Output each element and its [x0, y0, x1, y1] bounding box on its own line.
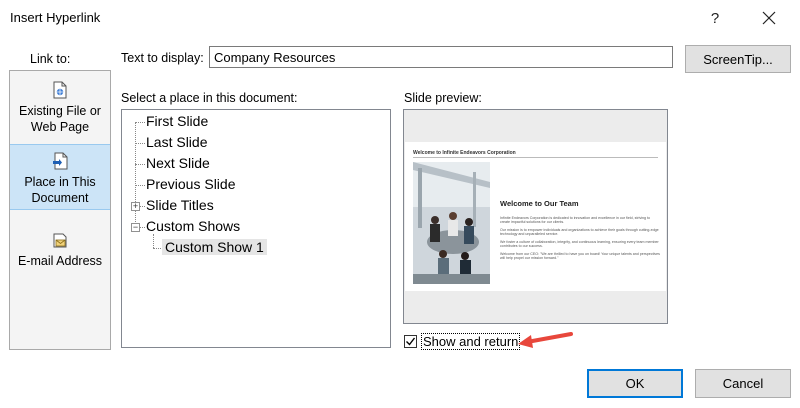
- slide-bullet: We foster a culture of collaboration, in…: [500, 240, 659, 249]
- slide-heading: Welcome to Our Team: [500, 199, 579, 208]
- slide-bullet: Our mission is to empower individuals an…: [500, 228, 659, 237]
- close-button[interactable]: [754, 3, 784, 33]
- sidebar-item-label: Existing File or Web Page: [19, 104, 101, 134]
- existing-file-icon: [53, 81, 67, 99]
- select-place-label: Select a place in this document:: [121, 91, 298, 105]
- dialog-title: Insert Hyperlink: [10, 10, 101, 25]
- annotation-arrow-icon: [518, 332, 573, 348]
- slide-thumbnail: Welcome to Infinite Endeavors Corporatio…: [405, 142, 666, 291]
- slide-bullet: Infinite Endeavors Corporation is dedica…: [500, 216, 651, 225]
- expand-icon[interactable]: +: [131, 202, 140, 211]
- tree-item-previous-slide[interactable]: Previous Slide: [146, 176, 236, 192]
- tree-item-next-slide[interactable]: Next Slide: [146, 155, 210, 171]
- checkmark-icon: [406, 337, 416, 346]
- sidebar-item-existing-file[interactable]: Existing File or Web Page: [10, 81, 110, 135]
- tree-item-first-slide[interactable]: First Slide: [146, 113, 208, 129]
- slide-bullet: Welcome from our CEO: "We are thrilled t…: [500, 252, 660, 261]
- collapse-icon[interactable]: −: [131, 223, 140, 232]
- cancel-button[interactable]: Cancel: [695, 369, 791, 398]
- team-photo-image: [413, 162, 490, 284]
- tree-item-custom-show-1[interactable]: Custom Show 1: [162, 239, 267, 255]
- sidebar-item-label: Place in This Document: [24, 175, 96, 205]
- place-in-document-icon: [53, 152, 68, 170]
- tree-item-last-slide[interactable]: Last Slide: [146, 134, 207, 150]
- tree-item-slide-titles[interactable]: Slide Titles: [146, 197, 214, 213]
- help-button[interactable]: ?: [700, 3, 730, 33]
- sidebar-item-label: E-mail Address: [17, 254, 103, 268]
- show-and-return-checkbox[interactable]: Show and return: [404, 333, 521, 350]
- tree-item-custom-shows[interactable]: Custom Shows: [146, 218, 240, 234]
- ok-button[interactable]: OK: [587, 369, 683, 398]
- close-icon: [762, 11, 776, 25]
- slide-preview-label: Slide preview:: [404, 91, 482, 105]
- checkbox-box[interactable]: [404, 335, 417, 348]
- link-to-sidebar: Existing File or Web Page Place in This …: [9, 70, 111, 350]
- show-and-return-label: Show and return: [421, 333, 521, 350]
- place-tree[interactable]: + − First Slide Last Slide Next Slide Pr…: [121, 109, 391, 348]
- slide-preview: Welcome to Infinite Endeavors Corporatio…: [403, 109, 668, 324]
- sidebar-item-email-address[interactable]: E-mail Address: [10, 231, 110, 269]
- email-icon: [53, 233, 67, 248]
- sidebar-item-place-in-document[interactable]: Place in This Document: [10, 144, 110, 210]
- screentip-button[interactable]: ScreenTip...: [685, 45, 791, 73]
- slide-header-text: Welcome to Infinite Endeavors Corporatio…: [413, 150, 516, 156]
- link-to-heading: Link to:: [30, 52, 71, 66]
- text-to-display-input[interactable]: [209, 46, 673, 68]
- text-to-display-label: Text to display:: [121, 51, 204, 65]
